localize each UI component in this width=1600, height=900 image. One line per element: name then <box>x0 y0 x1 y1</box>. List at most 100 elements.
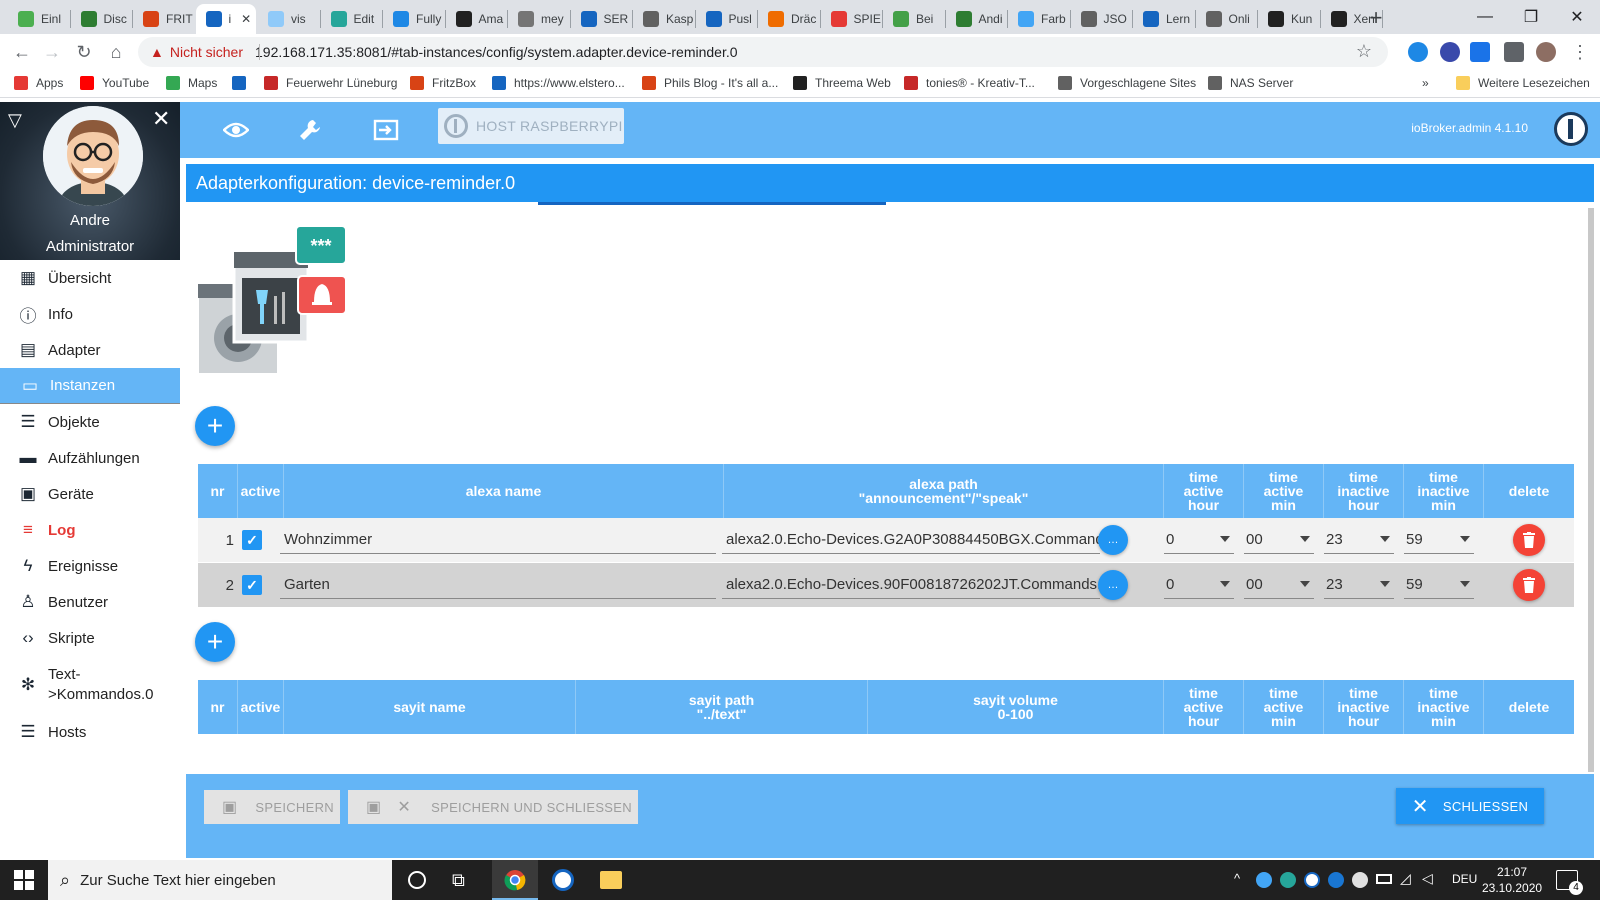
browser-tab[interactable]: SPIE <box>821 4 882 34</box>
home-icon[interactable]: ⌂ <box>102 38 130 66</box>
browser-tab[interactable]: Einl <box>8 4 69 34</box>
time-inactive-min-select[interactable]: 59 <box>1404 526 1474 554</box>
time-inactive-hour-select[interactable]: 23 <box>1324 526 1394 554</box>
tray-volume-icon[interactable]: ◁ <box>1422 870 1433 887</box>
sidebar-toggle-icon[interactable]: ▽ <box>8 110 22 131</box>
browser-tab[interactable]: mey <box>508 4 569 34</box>
extension-icon[interactable] <box>1440 42 1460 62</box>
sidebar-item-grid[interactable]: ▦ Übersicht <box>0 260 180 296</box>
tab-close-icon[interactable]: ✕ <box>241 12 251 26</box>
translate-icon[interactable] <box>1470 42 1490 62</box>
bookmark-item[interactable]: Threema Web <box>793 76 891 90</box>
sidebar-item-snowflake[interactable]: ✻ Text->Kommandos.0 <box>0 656 180 714</box>
delete-button[interactable] <box>1513 524 1545 556</box>
time-active-hour-select[interactable]: 0 <box>1164 526 1234 554</box>
browser-tab[interactable]: Dräc <box>758 4 819 34</box>
profile-avatar-icon[interactable] <box>1536 42 1556 62</box>
close-button[interactable]: ✕ SCHLIESSEN <box>1396 788 1544 824</box>
sidebar-item-hosts[interactable]: ☰ Hosts <box>0 714 180 750</box>
menu-icon[interactable]: ⋮ <box>1566 38 1594 66</box>
active-checkbox[interactable]: ✓ <box>242 530 262 550</box>
bookmark-item[interactable] <box>232 76 254 90</box>
iobroker-taskbar-icon[interactable] <box>552 869 574 891</box>
window-close-button[interactable]: ✕ <box>1554 0 1600 34</box>
bookmark-item[interactable]: tonies® - Kreativ-T... <box>904 76 1035 90</box>
browser-tab[interactable]: Onli <box>1196 4 1257 34</box>
logout-icon[interactable] <box>370 114 402 146</box>
bookmark-item[interactable]: FritzBox <box>410 76 476 90</box>
eye-icon[interactable] <box>220 114 252 146</box>
tray-shield-icon[interactable] <box>1280 872 1296 888</box>
browser-tab[interactable]: SER <box>571 4 632 34</box>
browser-tab[interactable]: Edit <box>321 4 382 34</box>
bookmark-item[interactable]: Phils Blog - It's all a... <box>642 76 778 90</box>
sidebar-item-enum[interactable]: ▬ Aufzählungen <box>0 440 180 476</box>
bookmark-item[interactable]: YouTube <box>80 76 149 90</box>
back-icon[interactable]: ← <box>8 38 36 66</box>
bookmark-item[interactable]: Vorgeschlagene Sites <box>1058 76 1196 90</box>
wrench-icon[interactable] <box>294 114 326 146</box>
save-button[interactable]: ▣ SPEICHERN <box>204 790 340 824</box>
scrollbar[interactable] <box>1588 208 1594 772</box>
notification-center-icon[interactable]: 4 <box>1556 870 1583 895</box>
sidebar-item-flash[interactable]: ϟ Ereignisse <box>0 548 180 584</box>
active-checkbox[interactable]: ✓ <box>242 575 262 595</box>
forward-icon[interactable]: → <box>38 38 66 66</box>
tray-cloud-icon[interactable] <box>1352 872 1368 888</box>
alexa-name-input[interactable]: Wohnzimmer <box>280 526 716 554</box>
alexa-path-input[interactable]: alexa2.0.Echo-Devices.G2A0P30884450BGX.C… <box>722 526 1100 554</box>
select-path-button[interactable]: … <box>1098 525 1128 555</box>
new-tab-button[interactable]: + <box>1362 4 1390 32</box>
time-active-min-select[interactable]: 00 <box>1244 526 1314 554</box>
sidebar-item-info[interactable]: ⓘ Info <box>0 296 180 332</box>
time-inactive-min-select[interactable]: 59 <box>1404 571 1474 599</box>
tray-battery-icon[interactable] <box>1376 874 1392 884</box>
language-indicator[interactable]: DEU <box>1452 872 1477 886</box>
browser-tab[interactable]: FRIT <box>133 4 194 34</box>
browser-tab[interactable]: Fully <box>383 4 444 34</box>
sidebar-close-icon[interactable]: ✕ <box>152 106 170 132</box>
taskbar-search[interactable]: ⌕ Zur Suche Text hier eingeben <box>48 860 392 900</box>
time-active-hour-select[interactable]: 0 <box>1164 571 1234 599</box>
tray-chevron-icon[interactable]: ^ <box>1234 871 1240 886</box>
browser-tab[interactable]: Lern <box>1133 4 1194 34</box>
time-inactive-hour-select[interactable]: 23 <box>1324 571 1394 599</box>
browser-tab[interactable]: vis <box>258 4 319 34</box>
puzzle-icon[interactable] <box>1504 42 1524 62</box>
sidebar-item-user[interactable]: ♙ Benutzer <box>0 584 180 620</box>
browser-tab[interactable]: Kasp <box>633 4 694 34</box>
address-bar[interactable]: ▲ Nicht sicher 192.168.171.35:8081/#tab-… <box>138 37 1388 67</box>
browser-tab[interactable]: Kun <box>1258 4 1319 34</box>
delete-button[interactable] <box>1513 569 1545 601</box>
browser-tab[interactable]: i ✕ <box>195 4 256 34</box>
windows-start-icon[interactable] <box>14 870 34 890</box>
chrome-taskbar-button[interactable] <box>492 860 538 900</box>
sidebar-item-store[interactable]: ▤ Adapter <box>0 332 180 368</box>
browser-tab[interactable]: Ama <box>446 4 507 34</box>
sidebar-item-list[interactable]: ☰ Objekte <box>0 404 180 440</box>
maximize-button[interactable]: ❐ <box>1508 0 1554 34</box>
bookmarks-more-button[interactable]: » <box>1422 76 1429 90</box>
alexa-path-input[interactable]: alexa2.0.Echo-Devices.90F00818726202JT.C… <box>722 571 1100 599</box>
bookmark-item[interactable]: Apps <box>14 76 63 90</box>
minimize-button[interactable]: — <box>1462 0 1508 34</box>
sidebar-item-devices[interactable]: ▣ Geräte <box>0 476 180 512</box>
browser-tab[interactable]: Farb <box>1008 4 1069 34</box>
file-explorer-icon[interactable] <box>600 871 622 889</box>
tray-wifi-icon[interactable]: ◿ <box>1400 870 1411 887</box>
bookmark-item[interactable]: Feuerwehr Lüneburg <box>264 76 397 90</box>
bookmark-item[interactable]: NAS Server <box>1208 76 1293 90</box>
add-alexa-button[interactable]: + <box>195 406 235 446</box>
alexa-name-input[interactable]: Garten <box>280 571 716 599</box>
cortana-icon[interactable] <box>408 871 426 889</box>
sidebar-item-code[interactable]: ‹› Skripte <box>0 620 180 656</box>
save-close-button[interactable]: ▣ ✕ SPEICHERN UND SCHLIESSEN <box>348 790 638 824</box>
task-view-icon[interactable]: ⧉ <box>452 870 465 891</box>
browser-tab[interactable]: Andi <box>946 4 1007 34</box>
add-sayit-button[interactable]: + <box>195 622 235 662</box>
host-button[interactable]: HOST RASPBERRYPI <box>438 108 624 144</box>
other-bookmarks-folder[interactable]: Weitere Lesezeichen <box>1456 76 1590 90</box>
browser-tab[interactable]: Pusl <box>696 4 757 34</box>
browser-tab[interactable]: Bei <box>883 4 944 34</box>
time-active-min-select[interactable]: 00 <box>1244 571 1314 599</box>
